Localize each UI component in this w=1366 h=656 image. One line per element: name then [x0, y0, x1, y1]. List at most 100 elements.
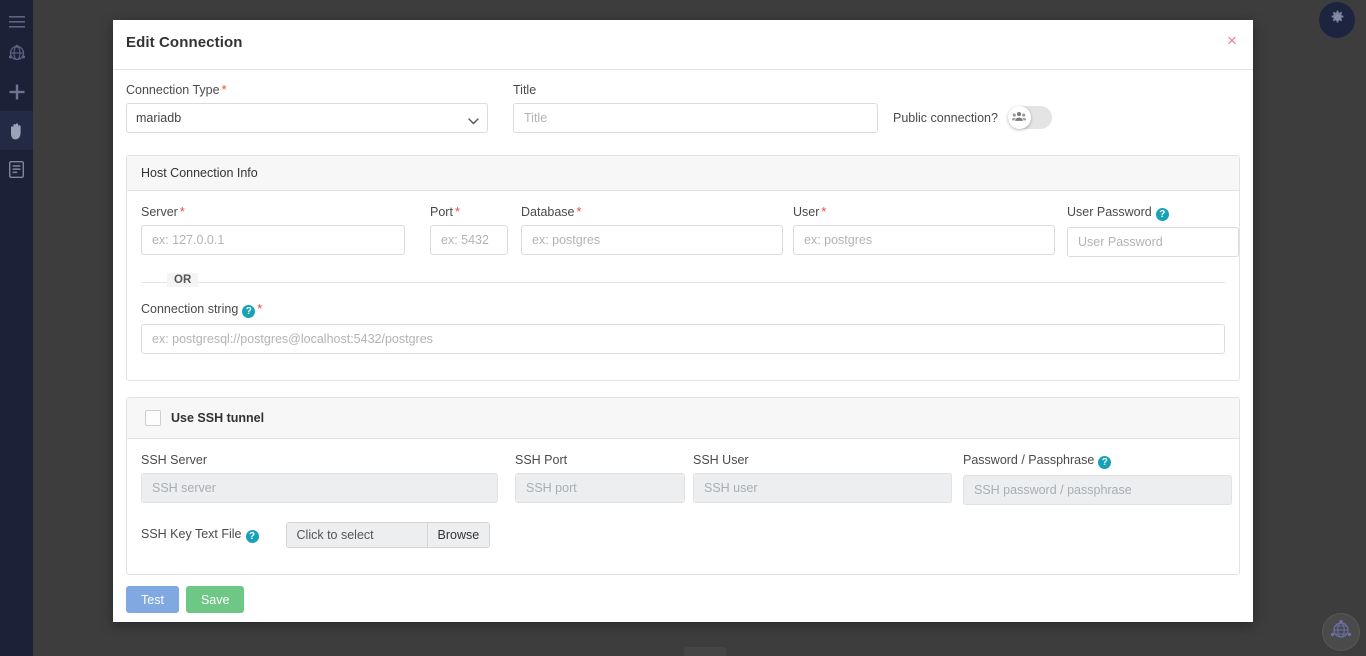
or-divider-label: OR	[167, 273, 199, 287]
ssh-password-label-text: Password / Passphrase	[963, 453, 1095, 467]
title-group: Title	[513, 83, 878, 133]
user-password-label-text: User Password	[1067, 205, 1152, 219]
ssh-user-field-group: SSH User	[693, 453, 952, 503]
sidebar-item-add-new[interactable]	[0, 72, 33, 111]
required-asterisk: *	[576, 205, 582, 219]
connection-string-group: Connection string? *	[141, 302, 1225, 354]
public-connection-label: Public connection?	[893, 110, 998, 125]
ssh-panel-heading[interactable]: Use SSH tunnel	[127, 398, 1239, 439]
help-icon[interactable]: ?	[1098, 456, 1112, 469]
ssh-key-file-picker[interactable]: Click to select Browse	[285, 522, 491, 548]
database-label: Database *	[521, 205, 783, 219]
save-button[interactable]: Save	[185, 586, 245, 613]
port-input[interactable]	[430, 225, 508, 255]
ssh-server-input[interactable]	[141, 473, 498, 503]
gear-icon	[1330, 10, 1345, 30]
connection-string-label-text: Connection string	[141, 302, 239, 316]
ssh-key-file-row: SSH Key Text File? Click to select Brows…	[141, 522, 1225, 548]
server-field-group: Server *	[141, 205, 405, 255]
database-input[interactable]	[521, 225, 783, 255]
browse-button[interactable]: Browse	[426, 523, 490, 547]
database-field-group: Database *	[521, 205, 783, 255]
modal-footer-actions: Test Save	[126, 586, 245, 613]
toggle-knob	[1007, 106, 1031, 129]
connection-string-input[interactable]	[141, 324, 1225, 354]
port-field-group: Port *	[430, 205, 508, 255]
connection-type-select[interactable]: mariadbpostgresmysqlsqlitemssqloracle	[126, 103, 488, 133]
user-input[interactable]	[793, 225, 1055, 255]
port-label: Port *	[430, 205, 508, 219]
required-asterisk: *	[454, 205, 460, 219]
test-button[interactable]: Test	[126, 586, 179, 613]
required-asterisk: *	[257, 302, 263, 316]
help-icon[interactable]: ?	[1155, 208, 1169, 221]
required-asterisk: *	[821, 205, 827, 219]
use-ssh-tunnel-label: Use SSH tunnel	[171, 411, 265, 425]
required-asterisk: *	[179, 205, 185, 219]
port-label-text: Port	[430, 205, 453, 219]
bottom-status-stub	[684, 647, 726, 656]
connection-type-group: Connection Type* mariadbpostgresmysqlsql…	[126, 83, 488, 133]
user-password-field-group: User Password?	[1067, 205, 1239, 257]
user-label-text: User	[793, 205, 820, 219]
public-connection-toggle[interactable]	[1007, 106, 1052, 129]
globe-network-icon	[1329, 618, 1353, 647]
or-divider: OR	[141, 270, 1225, 294]
help-icon[interactable]: ?	[245, 530, 259, 543]
host-panel-body: Server* Port* Database* User*	[127, 191, 1239, 368]
connection-type-label-text: Connection Type	[126, 83, 220, 97]
edit-connection-modal: Edit Connection × Connection Type * maria…	[113, 20, 1253, 622]
ssh-password-label: Password / Passphrase?	[963, 453, 1232, 469]
ssh-panel-body: SSH Server SSH Port SSH User Password / …	[127, 439, 1239, 562]
connection-string-label: Connection string? *	[141, 302, 1225, 318]
public-connection-group: Public connection?	[893, 106, 1052, 129]
sidebar-item-pan-hand[interactable]	[0, 111, 33, 150]
ssh-password-input[interactable]	[963, 475, 1232, 505]
settings-badge[interactable]	[1319, 2, 1355, 38]
ssh-key-file-selected-text[interactable]: Click to select	[286, 523, 427, 547]
ssh-port-field-group: SSH Port	[515, 453, 685, 503]
sidebar-item-network-globe[interactable]	[0, 33, 33, 72]
database-label-text: Database	[521, 205, 575, 219]
host-connection-panel: Host Connection Info Server* Port* Datab…	[126, 155, 1240, 381]
left-sidebar	[0, 0, 33, 656]
required-asterisk: *	[221, 83, 227, 97]
use-ssh-tunnel-checkbox[interactable]	[145, 410, 161, 426]
server-label-text: Server	[141, 205, 178, 219]
close-icon[interactable]: ×	[1223, 32, 1241, 50]
user-password-input[interactable]	[1067, 227, 1239, 257]
people-group-icon	[1012, 109, 1027, 127]
ssh-server-field-group: SSH Server	[141, 453, 498, 503]
network-status-badge[interactable]	[1322, 613, 1360, 651]
ssh-fields-row: SSH Server SSH Port SSH User Password / …	[141, 453, 1232, 509]
sidebar-item-library[interactable]	[0, 150, 33, 189]
connection-type-label: Connection Type *	[126, 83, 488, 97]
globe-network-icon	[8, 44, 26, 62]
ssh-tunnel-panel: Use SSH tunnel SSH Server SSH Port SSH U…	[126, 397, 1240, 575]
help-icon[interactable]: ?	[242, 305, 256, 318]
ssh-key-file-label: SSH Key Text File?	[141, 527, 259, 543]
ssh-user-input[interactable]	[693, 473, 952, 503]
server-input[interactable]	[141, 225, 405, 255]
host-fields-row: Server* Port* Database* User*	[141, 205, 1239, 261]
user-field-group: User *	[793, 205, 1055, 255]
ssh-password-field-group: Password / Passphrase?	[963, 453, 1232, 505]
divider-line	[141, 282, 1225, 283]
title-label: Title	[513, 83, 537, 97]
modal-body: Connection Type* mariadbpostgresmysqlsql…	[113, 70, 1253, 621]
page-title: Edit Connection	[126, 34, 243, 51]
ssh-key-file-label-text: SSH Key Text File	[141, 527, 242, 541]
ssh-port-label: SSH Port	[515, 453, 568, 467]
user-password-label: User Password?	[1067, 205, 1239, 221]
title-input[interactable]	[513, 103, 878, 133]
ssh-port-input[interactable]	[515, 473, 685, 503]
ssh-user-label: SSH User	[693, 453, 749, 467]
user-label: User *	[793, 205, 1055, 219]
server-label: Server *	[141, 205, 405, 219]
ssh-server-label: SSH Server	[141, 453, 207, 467]
modal-header: Edit Connection ×	[113, 20, 1253, 70]
host-panel-heading: Host Connection Info	[127, 156, 1239, 191]
hamburger-menu-icon	[8, 15, 25, 28]
hand-icon	[8, 122, 25, 140]
plus-icon	[9, 84, 25, 100]
